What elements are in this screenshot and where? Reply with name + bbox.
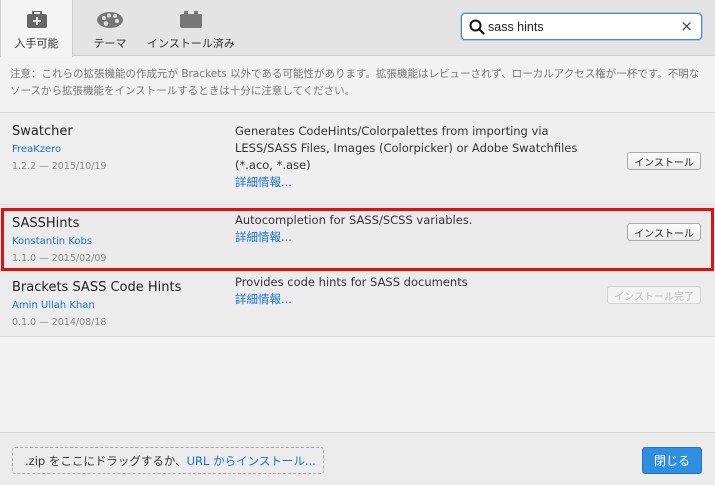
more-info-link[interactable]: 詳細情報... bbox=[235, 229, 595, 246]
list-item: SASSHints Konstantin Kobs 1.1.0 — 2015/0… bbox=[0, 205, 715, 269]
extension-description: Generates CodeHints/Colorpalettes from i… bbox=[235, 124, 578, 172]
extension-list: Swatcher FreaKzero 1.2.2 — 2015/10/19 Ge… bbox=[0, 112, 715, 337]
search-box: × bbox=[461, 13, 702, 40]
extension-description: Provides code hints for SASS documents bbox=[235, 275, 468, 289]
extension-name: SASSHints bbox=[12, 216, 80, 231]
extension-author-link[interactable]: FreaKzero bbox=[12, 144, 61, 155]
tab-themes[interactable]: テーマ bbox=[80, 0, 140, 56]
extension-description-block: Generates CodeHints/Colorpalettes from i… bbox=[235, 123, 595, 191]
tab-label: インストール済み bbox=[147, 37, 235, 50]
search-input[interactable] bbox=[488, 15, 678, 38]
extension-description: Autocompletion for SASS/SCSS variables. bbox=[235, 213, 473, 227]
tab-label: 入手可能 bbox=[14, 37, 59, 50]
install-from-url-link[interactable]: URL からインストール... bbox=[187, 453, 316, 469]
extension-name: Brackets SASS Code Hints bbox=[12, 280, 182, 295]
warning-text: 注意：これらの拡張機能の作成元が Brackets 以外である可能性があります。… bbox=[10, 68, 700, 97]
tab-label: テーマ bbox=[93, 37, 127, 50]
tab-available[interactable]: 入手可能 bbox=[0, 0, 73, 57]
list-item: Swatcher FreaKzero 1.2.2 — 2015/10/19 Ge… bbox=[0, 113, 715, 205]
search-icon bbox=[466, 19, 488, 35]
installed-button: インストール完了 bbox=[607, 286, 701, 304]
extension-version: 1.2.2 — 2015/10/19 bbox=[12, 161, 107, 172]
briefcase-icon bbox=[26, 10, 48, 30]
extension-author-link[interactable]: Konstantin Kobs bbox=[12, 236, 92, 247]
list-item: Brackets SASS Code Hints Amin Ullah Khan… bbox=[0, 269, 715, 337]
installed-briefcase-icon bbox=[179, 10, 203, 30]
install-button[interactable]: インストール bbox=[627, 223, 701, 241]
install-button[interactable]: インストール bbox=[627, 152, 701, 170]
extension-description-block: Autocompletion for SASS/SCSS variables. … bbox=[235, 212, 595, 246]
extension-version: 0.1.0 — 2014/08/18 bbox=[12, 317, 107, 328]
zip-drop-zone[interactable]: .zip をここにドラッグするか、 URL からインストール... bbox=[12, 447, 324, 474]
close-button[interactable]: 閉じる bbox=[642, 447, 702, 474]
drop-text: .zip をここにドラッグするか、 bbox=[25, 453, 187, 468]
extension-version: 1.1.0 — 2015/02/09 bbox=[12, 253, 107, 264]
palette-icon bbox=[96, 10, 124, 30]
toolbar: 入手可能 テーマ インストール済み sass hints × bbox=[0, 0, 715, 57]
more-info-link[interactable]: 詳細情報... bbox=[235, 291, 595, 308]
footer: .zip をここにドラッグするか、 URL からインストール... 閉じる bbox=[0, 432, 715, 485]
extension-description-block: Provides code hints for SASS documents 詳… bbox=[235, 274, 595, 308]
more-info-link[interactable]: 詳細情報... bbox=[235, 174, 595, 191]
tab-installed[interactable]: インストール済み bbox=[145, 0, 237, 56]
clear-search-icon[interactable]: × bbox=[680, 18, 693, 35]
extension-name: Swatcher bbox=[12, 124, 73, 139]
extension-author-link[interactable]: Amin Ullah Khan bbox=[12, 300, 95, 311]
